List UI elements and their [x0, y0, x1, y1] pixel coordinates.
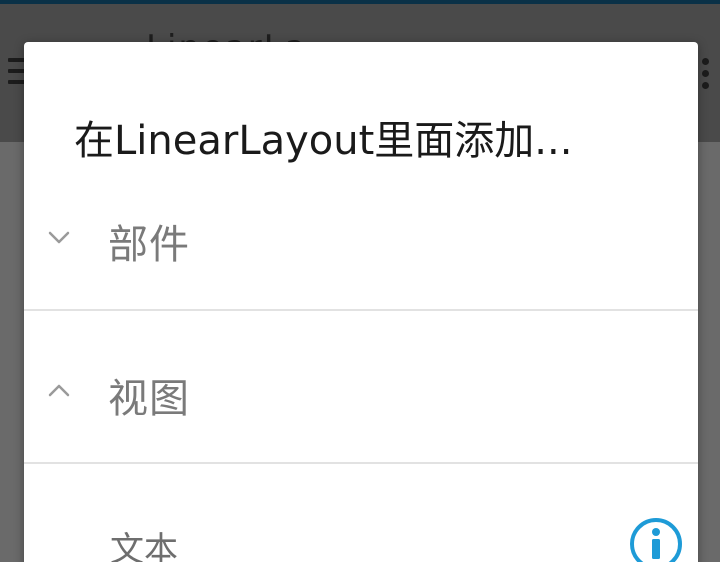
- chevron-up-icon: [48, 384, 70, 397]
- dialog-title: 在LinearLayout里面添加...: [74, 118, 573, 164]
- add-view-dialog: 在LinearLayout里面添加... 部件 视图 文本: [24, 42, 698, 562]
- group-label: 视图: [108, 376, 190, 422]
- overflow-menu-icon[interactable]: [702, 58, 710, 92]
- group-views[interactable]: 视图: [24, 356, 698, 432]
- screen: LinearLa 在LinearLayout里面添加... 部件 视图 文本: [0, 0, 720, 562]
- status-strip: [0, 0, 720, 4]
- divider: [24, 462, 698, 464]
- group-widgets[interactable]: 部件: [24, 202, 698, 278]
- divider: [24, 309, 698, 311]
- info-icon[interactable]: [628, 516, 684, 562]
- chevron-down-icon: [48, 231, 70, 244]
- group-label: 部件: [108, 222, 190, 268]
- list-item-text[interactable]: 文本: [24, 506, 698, 562]
- item-label: 文本: [110, 530, 178, 562]
